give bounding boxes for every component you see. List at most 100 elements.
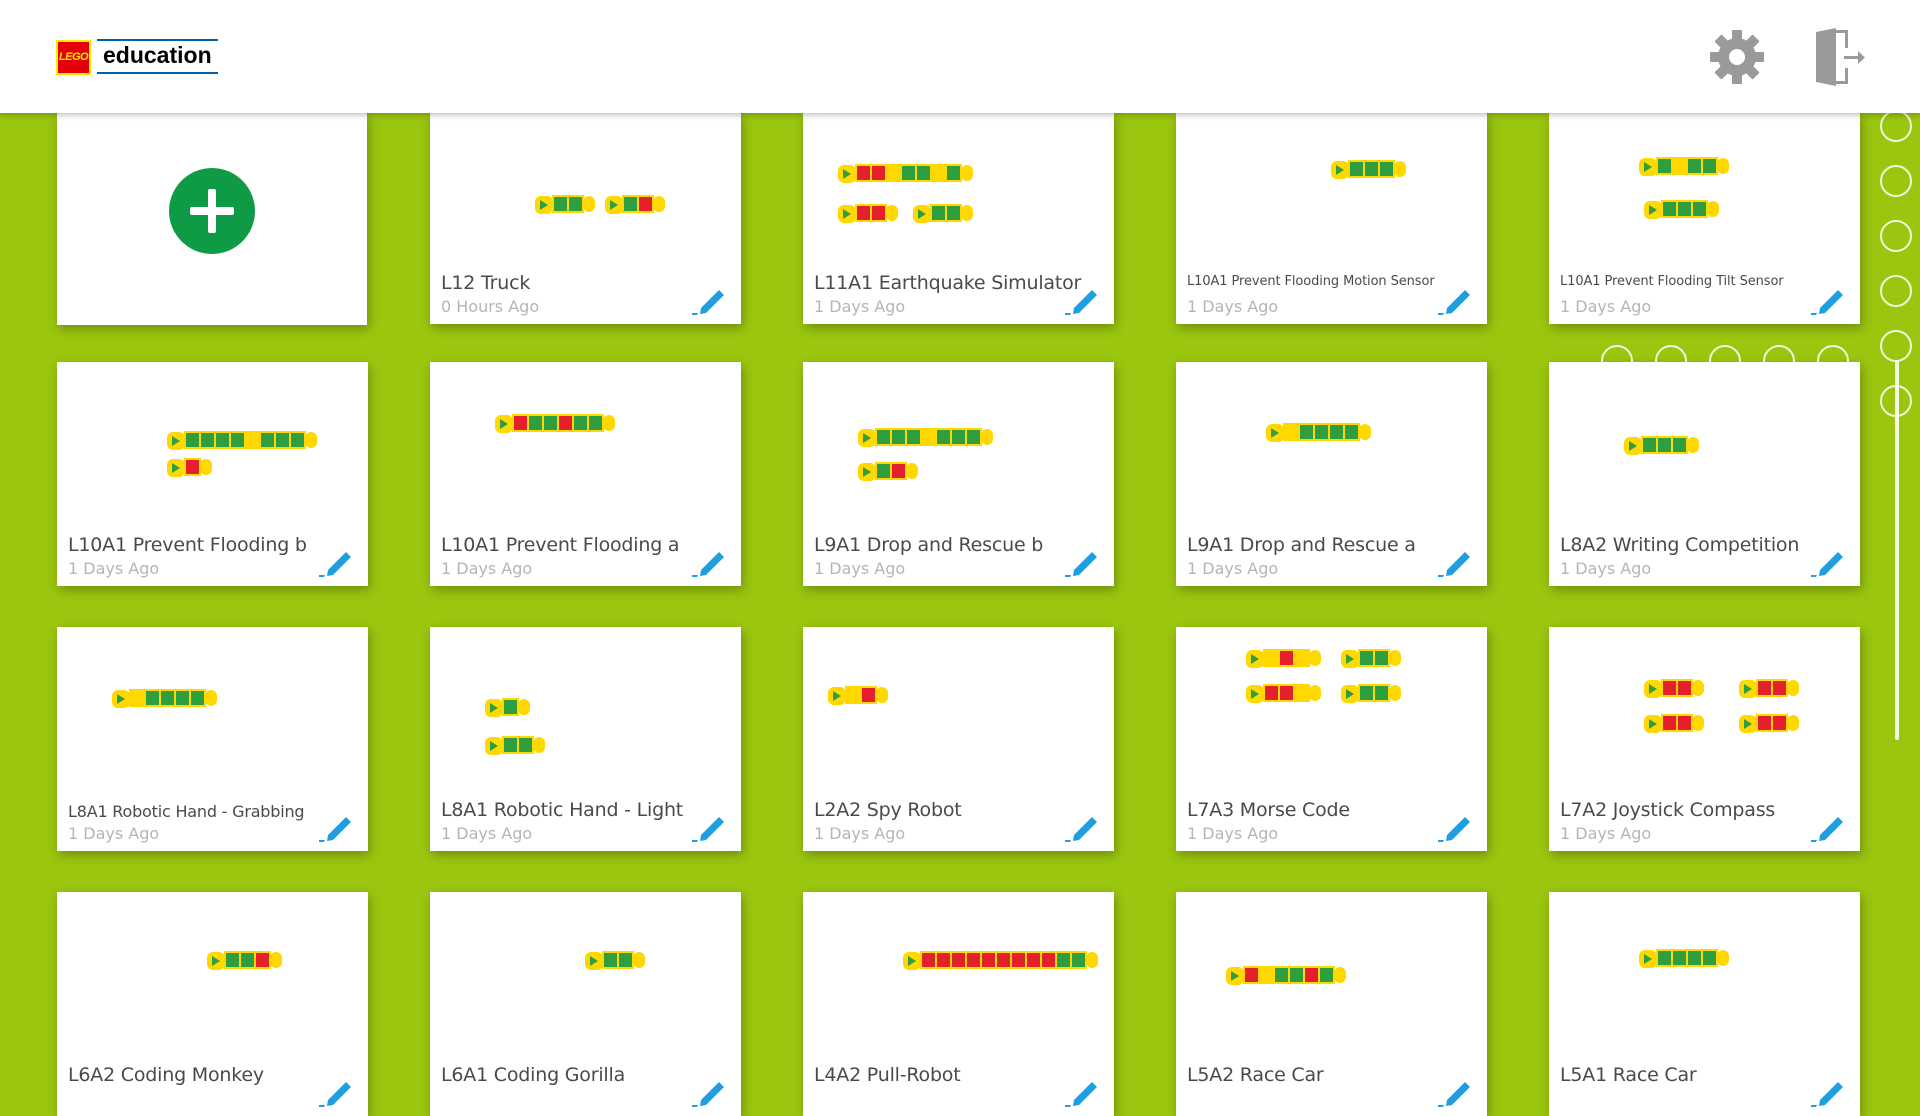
code-block [1348, 160, 1365, 178]
logo-text: education [97, 38, 218, 74]
page-dot[interactable] [1880, 165, 1912, 197]
page-dot[interactable] [1880, 110, 1912, 142]
end-block [1394, 161, 1406, 177]
project-card[interactable]: L8A1 Robotic Hand - Light 1 Days Ago [430, 627, 741, 851]
code-block [945, 204, 962, 222]
pencil-icon [1438, 817, 1470, 842]
code-block [950, 428, 967, 446]
code-block [875, 428, 892, 446]
end-block [1787, 715, 1799, 731]
project-timestamp: 1 Days Ago [441, 824, 533, 843]
project-card[interactable]: L8A1 Robotic Hand - Grabbing 1 Days Ago [57, 627, 368, 851]
new-project-card[interactable] [57, 113, 367, 325]
settings-button[interactable] [1708, 28, 1766, 86]
edit-project-button[interactable] [318, 1078, 354, 1108]
page-dot[interactable] [1880, 220, 1912, 252]
project-card[interactable]: L6A2 Coding Monkey [57, 892, 368, 1116]
code-block [552, 195, 569, 213]
project-card[interactable]: L7A3 Morse Code 1 Days Ago [1176, 627, 1487, 851]
end-block [876, 687, 888, 703]
end-block [906, 463, 918, 479]
edit-project-button[interactable] [318, 813, 354, 843]
edit-project-button[interactable] [1064, 548, 1100, 578]
edit-project-button[interactable] [1437, 813, 1473, 843]
code-block [1055, 951, 1072, 969]
code-block [890, 428, 907, 446]
project-card[interactable]: L5A1 Race Car [1549, 892, 1860, 1116]
code-block [214, 431, 231, 449]
edit-project-button[interactable] [1437, 1078, 1473, 1108]
edit-project-button[interactable] [691, 1078, 727, 1108]
vertical-scrollbar[interactable] [1895, 360, 1899, 740]
code-block [1661, 714, 1678, 732]
edit-project-button[interactable] [1064, 813, 1100, 843]
plus-icon[interactable] [169, 168, 255, 254]
edit-project-button[interactable] [691, 286, 727, 316]
edit-project-button[interactable] [1810, 813, 1846, 843]
project-title: L8A2 Writing Competition [1560, 534, 1800, 556]
edit-project-button[interactable] [1810, 548, 1846, 578]
code-block [875, 462, 892, 480]
project-title: L11A1 Earthquake Simulator [814, 272, 1082, 294]
project-title: L12 Truck [441, 272, 531, 294]
project-title: L6A2 Coding Monkey [68, 1064, 264, 1086]
project-card[interactable]: L9A1 Drop and Rescue a 1 Days Ago [1176, 362, 1487, 586]
program-preview [1226, 966, 1346, 985]
code-block [870, 164, 887, 182]
project-timestamp: 1 Days Ago [1187, 559, 1279, 578]
project-card[interactable]: L12 Truck 0 Hours Ago [430, 113, 741, 324]
edit-project-button[interactable] [1437, 548, 1473, 578]
end-block [886, 205, 898, 221]
project-timestamp: 1 Days Ago [68, 559, 160, 578]
edit-project-button[interactable] [1810, 286, 1846, 316]
project-card[interactable]: L10A1 Prevent Flooding Tilt Sensor 1 Days… [1549, 113, 1860, 324]
page-dot[interactable] [1763, 345, 1795, 377]
page-dot[interactable] [1601, 345, 1633, 377]
code-block [1303, 966, 1320, 984]
code-block [512, 414, 529, 432]
page-dot[interactable] [1880, 275, 1912, 307]
code-block [1358, 649, 1375, 667]
project-card[interactable]: L9A1 Drop and Rescue b 1 Days Ago [803, 362, 1114, 586]
project-title: L9A1 Drop and Rescue a [1187, 534, 1416, 556]
code-block [1040, 951, 1057, 969]
code-block [900, 164, 917, 182]
code-block [637, 195, 654, 213]
edit-project-button[interactable] [691, 548, 727, 578]
code-block [517, 736, 534, 754]
project-title: L6A1 Coding Gorilla [441, 1064, 626, 1086]
program-preview [1639, 949, 1729, 968]
edit-project-button[interactable] [691, 813, 727, 843]
pencil-icon [1065, 1082, 1097, 1107]
page-dot[interactable] [1655, 345, 1687, 377]
edit-project-button[interactable] [1437, 286, 1473, 316]
exit-button[interactable] [1810, 26, 1866, 88]
project-card[interactable]: L5A2 Race Car [1176, 892, 1487, 1116]
edit-project-button[interactable] [1064, 1078, 1100, 1108]
project-card[interactable]: L6A1 Coding Gorilla [430, 892, 741, 1116]
edit-project-button[interactable] [1064, 286, 1100, 316]
page-dot[interactable] [1709, 345, 1741, 377]
page-dot[interactable] [1817, 345, 1849, 377]
end-block [961, 205, 973, 221]
code-block [254, 951, 271, 969]
program-preview [858, 428, 993, 481]
project-title: L10A1 Prevent Flooding Motion Sensor [1187, 274, 1435, 289]
project-card[interactable]: L7A2 Joystick Compass 1 Days Ago [1549, 627, 1860, 851]
page-dot[interactable] [1880, 330, 1912, 362]
project-card[interactable]: L11A1 Earthquake Simulator 1 Days Ago [803, 113, 1114, 324]
pencil-icon [1811, 817, 1843, 842]
project-card[interactable]: L8A2 Writing Competition 1 Days Ago [1549, 362, 1860, 586]
edit-project-button[interactable] [318, 548, 354, 578]
project-card[interactable]: L2A2 Spy Robot 1 Days Ago [803, 627, 1114, 851]
project-timestamp: 1 Days Ago [814, 297, 906, 316]
code-block [1298, 423, 1315, 441]
project-card[interactable]: L10A1 Prevent Flooding Motion Sensor 1 Da… [1176, 113, 1487, 324]
edit-project-button[interactable] [1810, 1078, 1846, 1108]
project-card[interactable]: L10A1 Prevent Flooding a 1 Days Ago [430, 362, 741, 586]
project-card[interactable]: L4A2 Pull-Robot [803, 892, 1114, 1116]
project-card[interactable]: L10A1 Prevent Flooding b 1 Days Ago [57, 362, 368, 586]
code-block [935, 951, 952, 969]
program-preview [495, 414, 615, 433]
project-title: L7A2 Joystick Compass [1560, 799, 1776, 821]
